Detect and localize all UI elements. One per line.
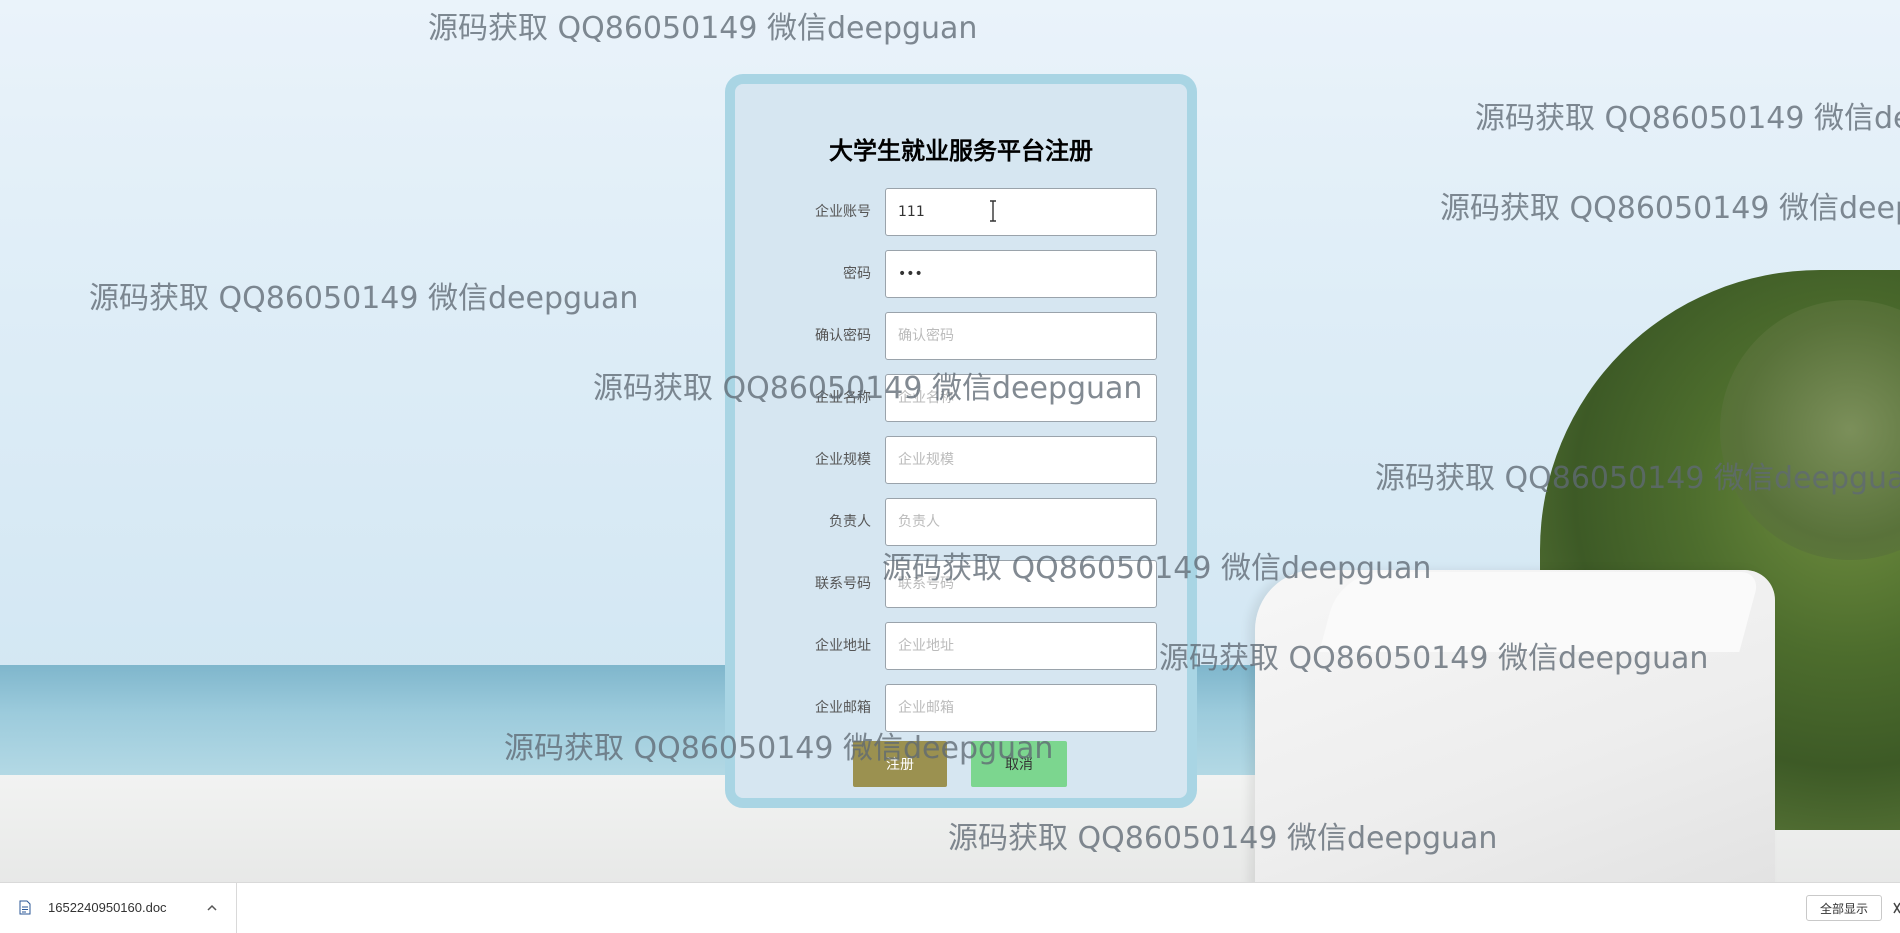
field-phone: 联系号码 (735, 560, 1187, 608)
contact-person-label: 负责人 (829, 514, 871, 530)
register-card: 大学生就业服务平台注册 企业账号 密码 确认密码 企业名称 企业规模 负责人 联… (725, 74, 1197, 808)
password-label: 密码 (843, 266, 871, 282)
company-email-label: 企业邮箱 (815, 700, 871, 716)
company-account-input[interactable] (885, 188, 1157, 236)
cancel-button[interactable]: 取消 (971, 741, 1067, 787)
company-account-label: 企业账号 (815, 204, 871, 220)
text-cursor-icon (990, 200, 996, 222)
company-scale-input[interactable] (885, 436, 1157, 484)
doc-file-icon (19, 900, 31, 915)
field-contact-person: 负责人 (735, 498, 1187, 546)
company-email-input[interactable] (885, 684, 1157, 732)
password-input[interactable] (885, 250, 1157, 298)
close-icon[interactable] (1893, 902, 1900, 914)
field-company-name: 企业名称 (735, 374, 1187, 422)
download-file-name: 1652240950160.doc (48, 900, 167, 915)
field-company-email: 企业邮箱 (735, 684, 1187, 732)
company-scale-label: 企业规模 (815, 452, 871, 468)
register-title: 大学生就业服务平台注册 (829, 137, 1093, 165)
field-password: 密码 (735, 250, 1187, 298)
show-all-button[interactable]: 全部显示 (1806, 895, 1882, 921)
company-address-label: 企业地址 (815, 638, 871, 654)
field-company-account: 企业账号 (735, 188, 1187, 236)
field-company-scale: 企业规模 (735, 436, 1187, 484)
confirm-password-label: 确认密码 (815, 328, 871, 344)
chevron-up-icon[interactable] (206, 902, 218, 914)
company-name-input[interactable] (885, 374, 1157, 422)
company-name-label: 企业名称 (815, 390, 871, 406)
field-company-address: 企业地址 (735, 622, 1187, 670)
phone-input[interactable] (885, 560, 1157, 608)
contact-person-input[interactable] (885, 498, 1157, 546)
download-bar: 1652240950160.doc 全部显示 (0, 882, 1900, 933)
company-address-input[interactable] (885, 622, 1157, 670)
download-item[interactable]: 1652240950160.doc (0, 883, 237, 933)
phone-label: 联系号码 (815, 576, 871, 592)
register-button[interactable]: 注册 (853, 741, 947, 787)
confirm-password-input[interactable] (885, 312, 1157, 360)
white-house-roof (1319, 572, 1761, 652)
field-confirm-password: 确认密码 (735, 312, 1187, 360)
